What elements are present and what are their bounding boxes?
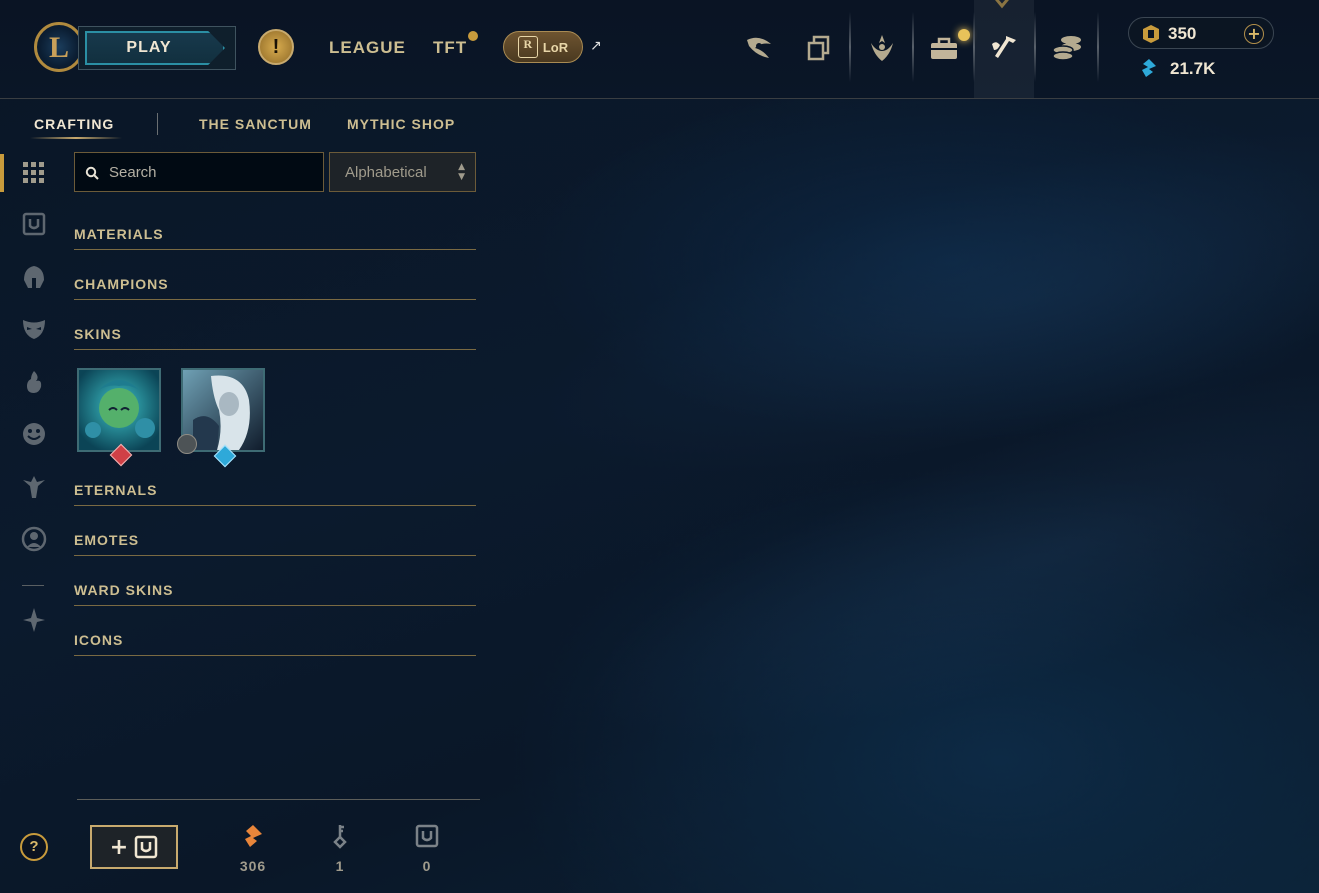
external-link-icon: ↗ <box>590 38 602 54</box>
ranked-emblem-icon[interactable] <box>864 30 900 66</box>
active-tab-underline <box>30 137 122 139</box>
toolbar-divider <box>849 12 851 82</box>
plus-icon: + <box>109 834 129 860</box>
category-skins[interactable]: SKINS <box>74 326 476 350</box>
sort-down-icon: ▼ <box>458 172 465 182</box>
play-button-body[interactable]: PLAY <box>85 31 225 65</box>
summoner-flame-icon[interactable] <box>19 367 49 397</box>
add-rp-button[interactable]: + <box>1244 24 1264 44</box>
emote-face-icon[interactable] <box>19 419 49 449</box>
tab-the-sanctum[interactable]: THE SANCTUM <box>199 116 312 132</box>
background-streak <box>503 52 1319 548</box>
category-label: ETERNALS <box>74 482 158 498</box>
logo-letter: L <box>49 31 70 64</box>
footer-divider <box>77 799 480 800</box>
category-label: WARD SKINS <box>74 582 174 598</box>
category-icons[interactable]: ICONS <box>74 632 476 656</box>
tab-mythic-shop[interactable]: MYTHIC SHOP <box>347 116 455 132</box>
toolbar-divider <box>1034 12 1036 82</box>
crafting-hammer-icon[interactable] <box>986 30 1022 66</box>
search-icon <box>85 166 99 180</box>
skin-thumbnail <box>79 370 159 450</box>
lor-logo-icon: R <box>517 36 538 58</box>
rail-active-indicator <box>0 154 4 192</box>
tab-crafting[interactable]: CRAFTING <box>34 116 114 132</box>
search-placeholder: Search <box>109 164 157 181</box>
orange-essence-icon <box>240 823 266 849</box>
chest-icon <box>134 835 158 859</box>
be-amount: 21.7K <box>1170 59 1216 78</box>
mythic-icon[interactable] <box>19 605 49 635</box>
search-input[interactable]: Search <box>74 152 324 192</box>
top-navigation-bar: L PLAY ! LEAGUE TFT R LoR ↗ 350 + 21.7K <box>0 0 1319 99</box>
skin-mask-icon[interactable] <box>19 314 49 344</box>
champion-helmet-icon[interactable] <box>19 262 49 292</box>
clash-icon[interactable] <box>741 30 777 66</box>
subtab-divider <box>157 113 158 135</box>
category-emotes[interactable]: EMOTES <box>74 532 476 556</box>
category-eternals[interactable]: ETERNALS <box>74 482 476 506</box>
category-ward-skins[interactable]: WARD SKINS <box>74 582 476 606</box>
notification-dot <box>958 29 970 41</box>
sort-arrows-icon: ▲ ▼ <box>458 162 465 182</box>
nav-tft[interactable]: TFT <box>433 38 467 58</box>
ward-icon[interactable] <box>19 472 49 502</box>
chest-count: 0 <box>422 858 432 874</box>
notification-dot <box>468 31 478 41</box>
category-label: CHAMPIONS <box>74 276 169 292</box>
help-button[interactable]: ? <box>20 833 48 861</box>
sort-up-icon: ▲ <box>458 162 465 172</box>
play-button[interactable]: PLAY <box>78 26 236 70</box>
category-champions[interactable]: CHAMPIONS <box>74 276 476 300</box>
add-chest-button[interactable]: + <box>90 825 178 869</box>
background-streak <box>547 281 1319 819</box>
collection-icon[interactable] <box>801 30 837 66</box>
loot-chest-icon[interactable] <box>926 30 962 66</box>
sort-dropdown[interactable]: Alphabetical ▲ ▼ <box>329 152 476 192</box>
chest-icon[interactable] <box>19 209 49 239</box>
lor-label: LoR <box>542 39 569 55</box>
rail-divider <box>22 585 44 586</box>
nav-league[interactable]: LEAGUE <box>329 38 406 58</box>
blue-essence-icon <box>1142 59 1156 77</box>
active-tab-chevron-icon <box>995 0 1009 9</box>
grid-icon[interactable] <box>19 158 49 188</box>
category-label: ICONS <box>74 632 124 648</box>
category-label: MATERIALS <box>74 226 164 242</box>
category-label: EMOTES <box>74 532 140 548</box>
rp-icon <box>1143 25 1159 43</box>
key-icon <box>327 823 353 849</box>
toolbar-divider <box>1097 12 1099 82</box>
category-label: SKINS <box>74 326 122 342</box>
play-label: PLAY <box>126 39 172 56</box>
toolbar-divider <box>912 12 914 82</box>
store-coins-icon[interactable] <box>1049 30 1085 66</box>
sort-value: Alphabetical <box>345 164 427 181</box>
category-materials[interactable]: MATERIALS <box>74 226 476 250</box>
league-logo[interactable]: L <box>34 22 84 72</box>
toolbar-divider <box>973 12 975 82</box>
chest-icon <box>414 823 440 849</box>
key-count: 1 <box>335 858 345 874</box>
mastery-badge-icon <box>177 434 197 454</box>
nav-lor-button[interactable]: R LoR <box>503 31 583 63</box>
profile-icon[interactable] <box>19 524 49 554</box>
alert-icon[interactable]: ! <box>258 29 294 65</box>
orange-essence-count: 306 <box>239 858 267 874</box>
rp-amount: 350 <box>1168 24 1197 43</box>
skin-shard-item[interactable] <box>77 368 161 452</box>
